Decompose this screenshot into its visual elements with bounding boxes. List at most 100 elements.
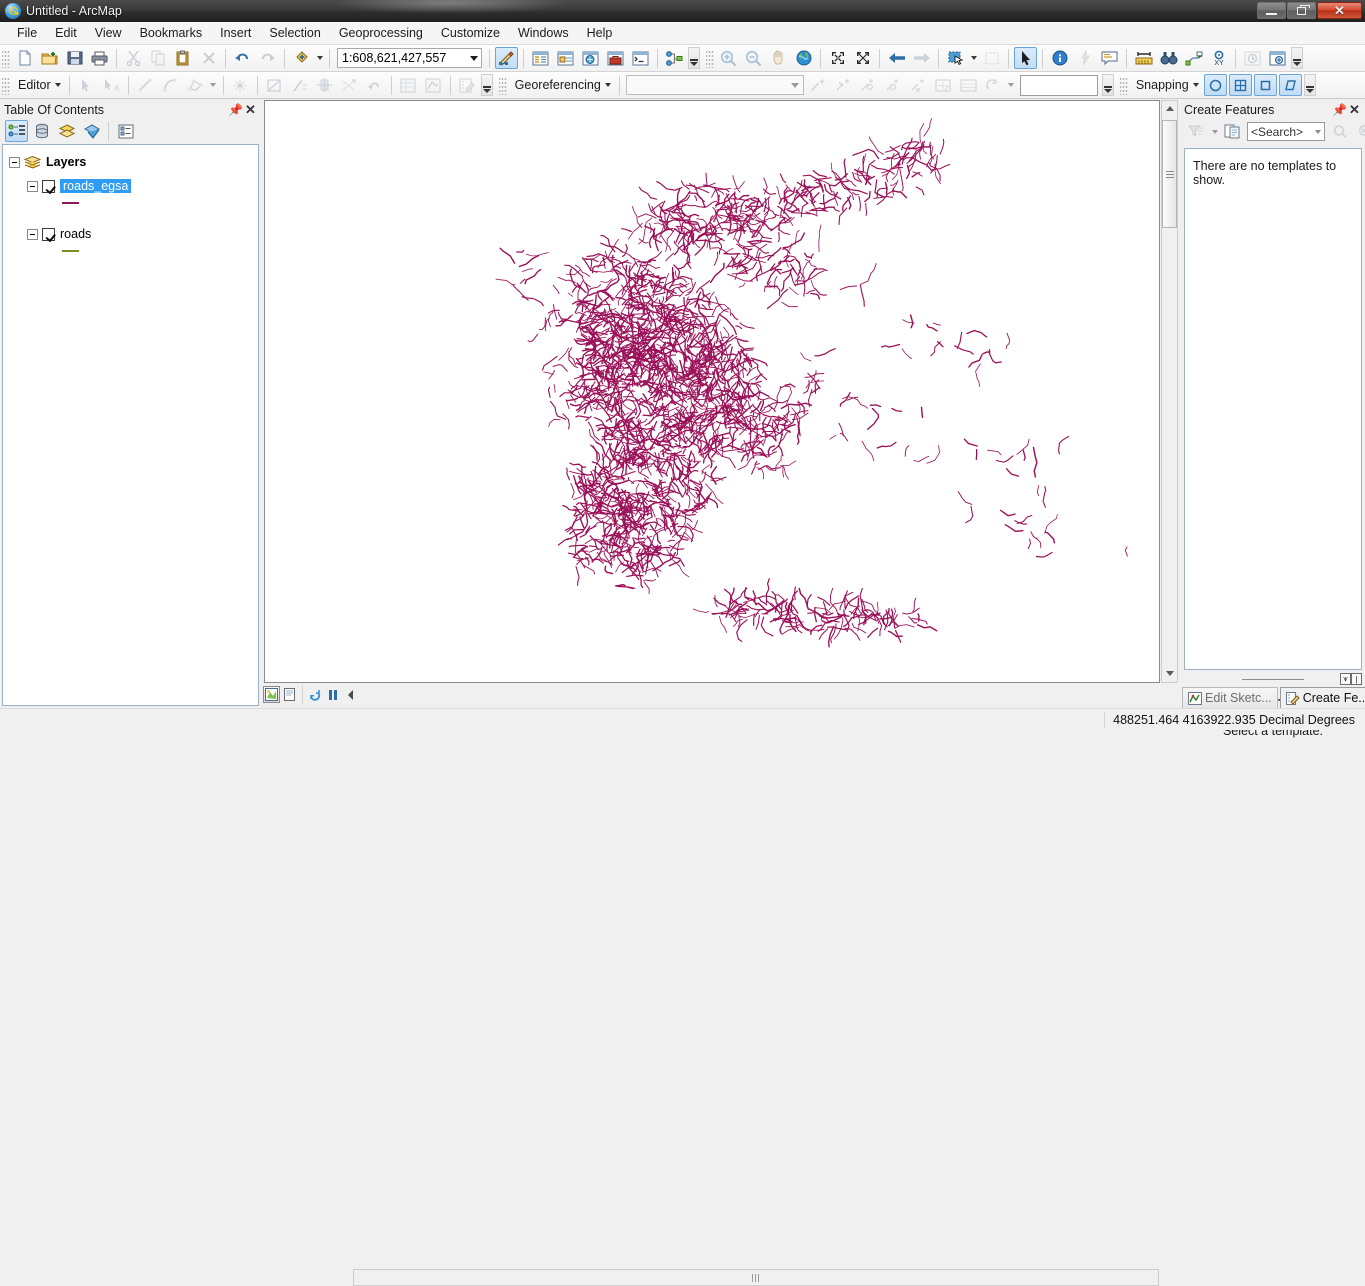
- menu-insert[interactable]: Insert: [211, 23, 260, 43]
- full-extent-globe-icon[interactable]: [792, 47, 815, 69]
- toc-layer-tree[interactable]: Layers roads_egsa roads: [2, 144, 259, 706]
- toc-layer-label-roads[interactable]: roads: [60, 227, 91, 241]
- menu-customize[interactable]: Customize: [432, 23, 509, 43]
- close-button[interactable]: ✕: [1317, 2, 1362, 19]
- table-of-contents-icon[interactable]: [529, 47, 552, 69]
- georeferencing-layer-combobox[interactable]: [625, 75, 804, 95]
- layer-visibility-checkbox[interactable]: [42, 227, 55, 241]
- split-tool-icon[interactable]: [288, 74, 311, 96]
- arc-segment-icon[interactable]: [159, 74, 182, 96]
- end-snapping-icon[interactable]: [1228, 74, 1252, 96]
- map-horizontal-scrollbar[interactable]: [353, 1269, 1159, 1286]
- editor-menu-button[interactable]: Editor: [12, 76, 65, 94]
- zoom-in-icon[interactable]: [717, 47, 740, 69]
- redo-icon[interactable]: [256, 47, 279, 69]
- copy-icon[interactable]: [147, 47, 170, 69]
- toc-layer-label-roads-egsa[interactable]: roads_egsa: [60, 179, 132, 193]
- pan-hand-icon[interactable]: [767, 47, 790, 69]
- list-by-source-icon[interactable]: [30, 120, 53, 142]
- menu-bookmarks[interactable]: Bookmarks: [131, 23, 212, 43]
- pin-icon[interactable]: 📌: [1332, 102, 1347, 118]
- back-extent-icon[interactable]: [885, 47, 908, 69]
- template-search-combobox[interactable]: <Search>: [1247, 122, 1325, 141]
- point-snapping-icon[interactable]: [1203, 74, 1227, 96]
- select-elements-arrow-icon[interactable]: [1014, 47, 1037, 69]
- minimize-button[interactable]: [1257, 2, 1286, 19]
- menu-view[interactable]: View: [86, 23, 131, 43]
- toc-root-row[interactable]: Layers: [3, 153, 258, 171]
- add-data-dropdown-icon[interactable]: [314, 47, 325, 69]
- search-window-icon[interactable]: [579, 47, 602, 69]
- toolbar-grip[interactable]: [2, 75, 10, 95]
- zoom-out-icon[interactable]: [742, 47, 765, 69]
- menu-file[interactable]: File: [8, 23, 46, 43]
- toolbar-grip[interactable]: [1119, 75, 1128, 95]
- pause-drawing-icon[interactable]: [324, 686, 341, 703]
- add-data-icon[interactable]: [290, 47, 313, 69]
- georeference-table-icon[interactable]: [957, 74, 980, 96]
- undo-icon[interactable]: [231, 47, 254, 69]
- toolbar-grip[interactable]: [498, 75, 507, 95]
- editor-toolbar-icon[interactable]: [495, 47, 518, 69]
- horizontal-scroll-grip[interactable]: [751, 1273, 761, 1282]
- editor-toolbar-overflow-button[interactable]: [480, 74, 493, 96]
- layout-view-icon[interactable]: [281, 686, 298, 703]
- select-features-icon[interactable]: [944, 47, 967, 69]
- edit-vertices-icon[interactable]: [184, 74, 207, 96]
- window-titlebar[interactable]: Untitled - ArcMap ✕: [0, 0, 1365, 22]
- identify-icon[interactable]: [1048, 47, 1071, 69]
- new-document-icon[interactable]: [13, 47, 36, 69]
- list-by-selection-icon[interactable]: [80, 120, 103, 142]
- menu-edit[interactable]: Edit: [46, 23, 86, 43]
- toc-layer-row-roads-egsa[interactable]: roads_egsa: [3, 177, 258, 195]
- map-vertical-scrollbar[interactable]: [1161, 100, 1178, 683]
- collapse-expander-icon[interactable]: [27, 228, 38, 240]
- find-binoculars-icon[interactable]: [1157, 47, 1180, 69]
- standard-toolbar-overflow-button[interactable]: [688, 47, 700, 69]
- chevron-down-icon[interactable]: [1311, 129, 1324, 134]
- add-control-points-icon[interactable]: [807, 74, 830, 96]
- model-builder-icon[interactable]: [663, 47, 686, 69]
- chevron-down-icon[interactable]: [788, 82, 803, 88]
- list-by-drawing-order-icon[interactable]: [5, 120, 28, 142]
- select-features-dropdown-icon[interactable]: [968, 47, 979, 69]
- data-view-icon[interactable]: [263, 686, 280, 703]
- refresh-icon[interactable]: [306, 686, 323, 703]
- georeference-fit-icon[interactable]: [932, 74, 955, 96]
- view-link-table-icon[interactable]: [882, 74, 905, 96]
- time-slider-icon[interactable]: [1241, 47, 1264, 69]
- rotate-raster-dropdown-icon[interactable]: [1006, 74, 1017, 96]
- collapse-expander-icon[interactable]: [27, 180, 38, 192]
- pin-icon[interactable]: 📌: [228, 102, 243, 118]
- scroll-left-icon[interactable]: [342, 686, 359, 703]
- clear-search-icon[interactable]: [1353, 121, 1365, 143]
- merge-icon[interactable]: [313, 74, 336, 96]
- hyperlink-icon[interactable]: [1073, 47, 1096, 69]
- attributes-icon[interactable]: [397, 74, 420, 96]
- organize-templates-icon[interactable]: [1221, 121, 1244, 143]
- delete-x-icon[interactable]: [197, 47, 220, 69]
- map-scale-combobox[interactable]: 1:608,621,427,557: [337, 48, 482, 68]
- snapping-menu-button[interactable]: Snapping: [1130, 76, 1203, 94]
- scroll-up-icon[interactable]: [1162, 101, 1177, 116]
- fixed-zoom-in-icon[interactable]: [826, 47, 849, 69]
- restore-button[interactable]: [1287, 2, 1316, 19]
- search-icon[interactable]: [1328, 121, 1351, 143]
- reshape-feature-icon[interactable]: [229, 74, 252, 96]
- find-route-icon[interactable]: [1182, 47, 1205, 69]
- open-folder-icon[interactable]: [38, 47, 61, 69]
- georeferencing-rotation-input[interactable]: [1019, 74, 1098, 96]
- toolbar-grip[interactable]: [706, 48, 714, 68]
- cut-polygons-icon[interactable]: [263, 74, 286, 96]
- menu-help[interactable]: Help: [578, 23, 622, 43]
- rotate-icon[interactable]: [338, 74, 361, 96]
- map-canvas[interactable]: [264, 100, 1160, 683]
- tools-toolbar-overflow-button[interactable]: [1291, 47, 1303, 69]
- filter-templates-dropdown-icon[interactable]: [1209, 121, 1220, 143]
- close-icon[interactable]: ✕: [1347, 102, 1362, 118]
- measure-icon[interactable]: [1132, 47, 1155, 69]
- close-icon[interactable]: ✕: [243, 102, 258, 118]
- undo-edit-icon[interactable]: [363, 74, 386, 96]
- options-icon[interactable]: [114, 120, 137, 142]
- edit-annotation-icon[interactable]: A: [100, 74, 123, 96]
